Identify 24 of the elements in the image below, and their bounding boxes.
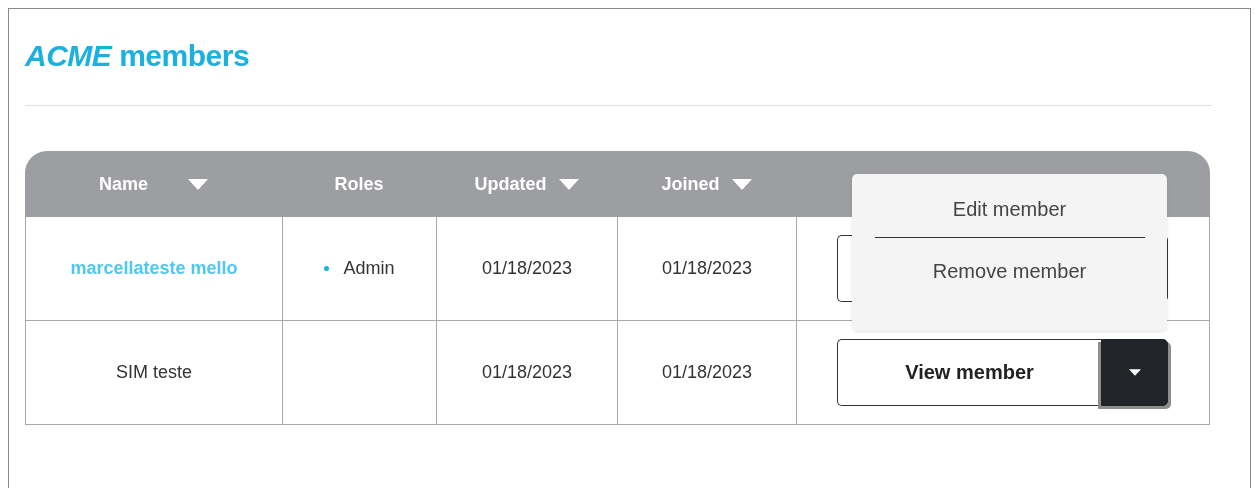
caret-icon [1128,369,1141,376]
caret-icon [558,178,579,190]
dropdown-toggle[interactable] [1101,339,1168,406]
role-text: Admin [343,258,395,279]
caret-icon [188,178,208,190]
column-label: Name [99,173,148,195]
menu-item[interactable]: Remove member [932,248,1087,295]
bullet-icon [324,266,330,271]
column-header[interactable]: Joined [617,151,796,217]
column-header[interactable]: Updated [436,151,617,217]
page-title: ACME members [25,39,250,73]
menu-item[interactable]: Edit member [952,186,1067,233]
member-name: SIM teste [116,362,192,383]
updated-date: 01/18/2023 [481,362,573,383]
joined-date: 01/18/2023 [661,258,753,279]
column-label: Updated [474,173,547,195]
column-header[interactable]: Name [25,151,282,217]
joined-date: 01/18/2023 [661,362,753,383]
view-member-button[interactable]: View member [837,339,1101,406]
column-label: Roles [334,173,384,195]
updated-date: 01/18/2023 [481,258,573,279]
caret-icon [731,178,752,190]
column-label: Joined [661,173,720,195]
member-name-link[interactable]: marcellateste mello [70,258,238,279]
